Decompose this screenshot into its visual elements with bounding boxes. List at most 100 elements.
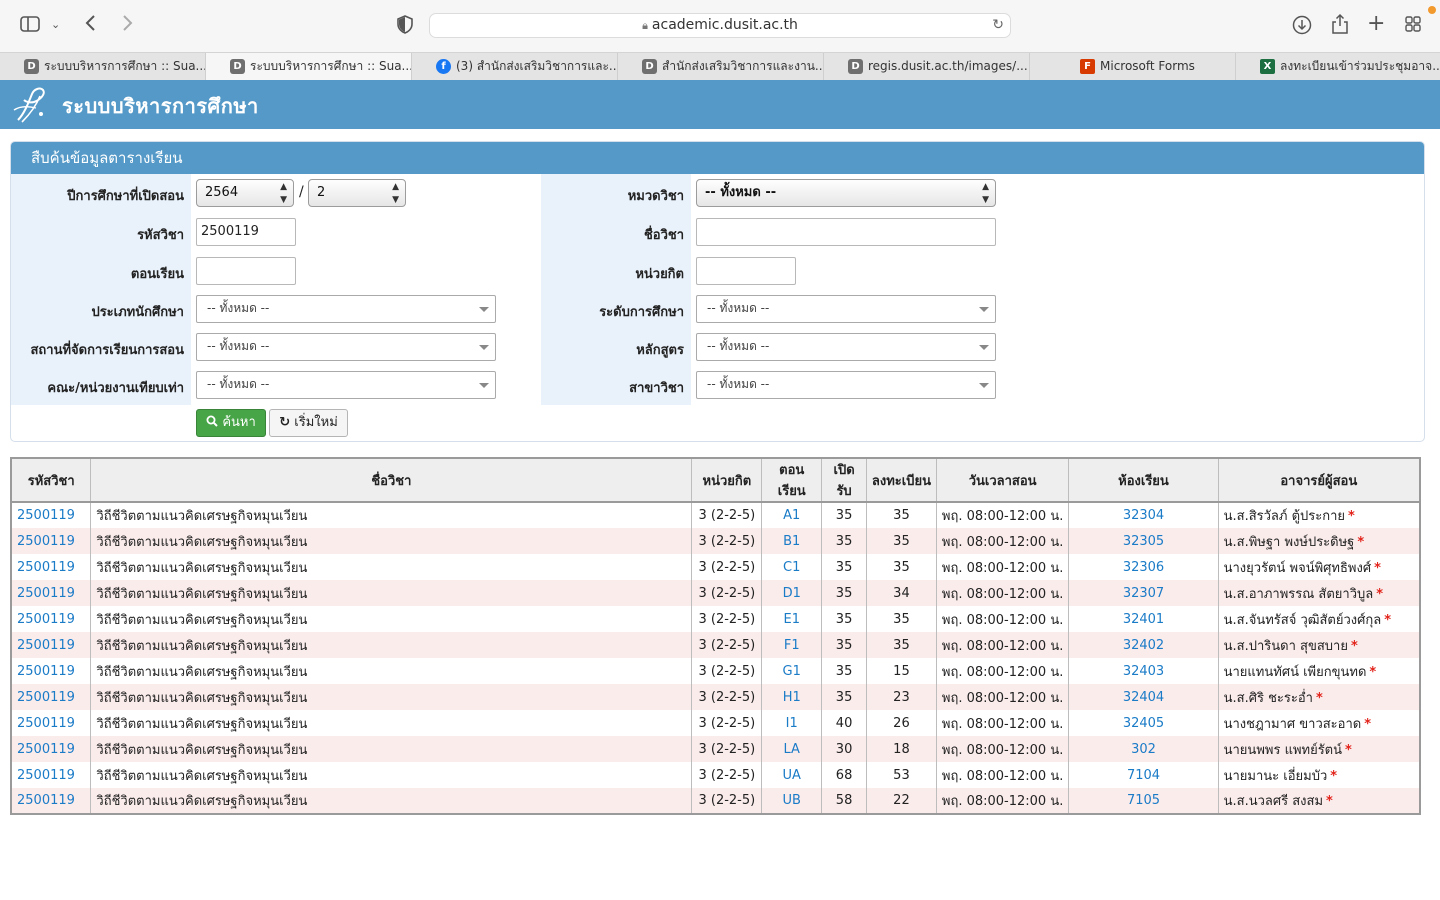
- site-title[interactable]: ระบบบริหารการศึกษา: [62, 90, 259, 122]
- tab-6[interactable]: F Microsoft Forms: [1030, 53, 1236, 81]
- enrolled-cell: 35: [866, 632, 937, 658]
- room-link[interactable]: 32405: [1123, 716, 1164, 731]
- section-link[interactable]: LA: [784, 742, 800, 757]
- category-select[interactable]: -- ทั้งหมด -- ▲ ▼: [696, 179, 996, 207]
- room-link[interactable]: 302: [1131, 742, 1156, 757]
- share-icon[interactable]: [1331, 13, 1349, 40]
- tab-1[interactable]: D ระบบบริหารการศึกษา :: Sua...: [0, 53, 206, 81]
- course-code-link[interactable]: 2500119: [17, 612, 75, 627]
- course-code-link[interactable]: 2500119: [17, 793, 75, 808]
- reload-icon[interactable]: ↻: [992, 14, 1004, 37]
- caret-down-icon: [979, 307, 989, 312]
- capacity-cell: 35: [821, 580, 868, 606]
- course-code-link[interactable]: 2500119: [17, 586, 75, 601]
- location-select[interactable]: -- ทั้งหมด --: [196, 333, 496, 361]
- section-link[interactable]: C1: [783, 560, 800, 575]
- course-code-link[interactable]: 2500119: [17, 664, 75, 679]
- course-code-link[interactable]: 2500119: [17, 690, 75, 705]
- enrolled-cell: 34: [866, 580, 937, 606]
- tab-overview-icon[interactable]: [1405, 16, 1421, 37]
- room-link[interactable]: 32402: [1123, 638, 1164, 653]
- level-select[interactable]: -- ทั้งหมด --: [696, 295, 996, 323]
- room-link[interactable]: 32305: [1123, 534, 1164, 549]
- tab-4[interactable]: D สำนักส่งเสริมวิชาการและงาน...: [618, 53, 824, 81]
- back-icon[interactable]: [84, 13, 98, 38]
- course-code-link[interactable]: 2500119: [17, 716, 75, 731]
- facebook-icon: f: [436, 59, 451, 74]
- updown-icon: ▲ ▼: [280, 182, 287, 205]
- credits-label: หน่วยกิต: [635, 267, 684, 282]
- caret-down-icon: [479, 307, 489, 312]
- tab-2[interactable]: D ระบบบริหารการศึกษา :: Sua...: [206, 53, 412, 81]
- section-link[interactable]: G1: [783, 664, 801, 679]
- enrolled-cell: 23: [866, 684, 937, 710]
- course-code-link[interactable]: 2500119: [17, 560, 75, 575]
- student-type-select[interactable]: -- ทั้งหมด --: [196, 295, 496, 323]
- room-link[interactable]: 7105: [1127, 793, 1160, 808]
- room-link[interactable]: 32304: [1123, 508, 1164, 523]
- section-link[interactable]: F1: [784, 638, 800, 653]
- download-icon[interactable]: [1292, 15, 1312, 40]
- credits-input[interactable]: [696, 257, 796, 285]
- semester-select[interactable]: 2 ▲ ▼: [308, 179, 406, 207]
- section-link[interactable]: B1: [783, 534, 800, 549]
- room-link[interactable]: 32404: [1123, 690, 1164, 705]
- university-logo-icon[interactable]: [10, 84, 52, 126]
- credits-cell: 3 (2-2-5): [691, 762, 763, 788]
- tab-3[interactable]: f (3) สำนักส่งเสริมวิชาการและ...: [412, 53, 618, 81]
- section-link[interactable]: UB: [783, 793, 801, 808]
- search-button[interactable]: ค้นหา: [196, 409, 266, 437]
- curriculum-select[interactable]: -- ทั้งหมด --: [696, 333, 996, 361]
- required-mark: *: [1315, 690, 1323, 706]
- faculty-label: คณะ/หน่วยงานเทียบเท่า: [47, 381, 184, 396]
- tab-5[interactable]: D regis.dusit.ac.th/images/...: [824, 53, 1030, 81]
- course-code-link[interactable]: 2500119: [17, 638, 75, 653]
- room-link[interactable]: 32403: [1123, 664, 1164, 679]
- course-code-link[interactable]: 2500119: [17, 534, 75, 549]
- time-cell: พฤ. 08:00-12:00 น.: [935, 788, 1070, 814]
- major-select[interactable]: -- ทั้งหมด --: [696, 371, 996, 399]
- new-tab-icon[interactable]: +: [1367, 13, 1385, 35]
- section-input[interactable]: [196, 257, 296, 285]
- course-code-link[interactable]: 2500119: [17, 508, 75, 523]
- section-link[interactable]: H1: [783, 690, 801, 705]
- room-link[interactable]: 7104: [1127, 768, 1160, 783]
- enrolled-cell: 35: [866, 502, 937, 528]
- section-link[interactable]: D1: [783, 586, 801, 601]
- reset-button[interactable]: ↻ เริ่มใหม่: [269, 409, 348, 437]
- course-code-input[interactable]: 2500119: [196, 218, 296, 246]
- browser-toolbar: ⌄ 🔒︎ academic.dusit.ac.th ↻ +: [0, 0, 1440, 52]
- section-link[interactable]: A1: [783, 508, 800, 523]
- forward-icon[interactable]: [120, 13, 134, 38]
- chevron-down-icon[interactable]: ⌄: [51, 15, 60, 35]
- section-link[interactable]: E1: [783, 612, 800, 627]
- tab-label: ระบบบริหารการศึกษา :: Sua...: [44, 59, 206, 73]
- course-name-cell: วิถีชีวิตตามแนวคิดเศรษฐกิจหมุนเวียน: [90, 710, 693, 736]
- room-link[interactable]: 32306: [1123, 560, 1164, 575]
- time-cell: พฤ. 08:00-12:00 น.: [935, 554, 1070, 580]
- section-link[interactable]: I1: [786, 716, 798, 731]
- shield-icon[interactable]: [397, 15, 413, 39]
- course-name-input[interactable]: [696, 218, 996, 246]
- sidebar-toggle-icon[interactable]: [20, 15, 40, 38]
- location-label: สถานที่จัดการเรียนการสอน: [30, 343, 185, 358]
- course-code-label: รหัสวิชา: [137, 228, 184, 243]
- room-link[interactable]: 32401: [1123, 612, 1164, 627]
- capacity-cell: 35: [821, 528, 868, 554]
- faculty-select[interactable]: -- ทั้งหมด --: [196, 371, 496, 399]
- year-select[interactable]: 2564 ▲ ▼: [196, 179, 294, 207]
- favicon-d-icon: D: [642, 59, 657, 74]
- search-icon: [206, 415, 218, 427]
- tab-label: (3) สำนักส่งเสริมวิชาการและ...: [456, 59, 618, 73]
- address-bar[interactable]: 🔒︎ academic.dusit.ac.th ↻: [429, 13, 1011, 38]
- search-panel: สืบค้นข้อมูลตารางเรียน ปีการศึกษาที่เปิด…: [10, 141, 1425, 442]
- course-name-cell: วิถีชีวิตตามแนวคิดเศรษฐกิจหมุนเวียน: [90, 580, 693, 606]
- section-link[interactable]: UA: [783, 768, 801, 783]
- room-link[interactable]: 32307: [1123, 586, 1164, 601]
- tab-7[interactable]: X ลงทะเบียนเข้าร่วมประชุมอาจ...: [1236, 53, 1440, 81]
- course-code-link[interactable]: 2500119: [17, 768, 75, 783]
- section-label: ตอนเรียน: [130, 267, 184, 282]
- course-code-link[interactable]: 2500119: [17, 742, 75, 757]
- table-row: 2500119 วิถีชีวิตตามแนวคิดเศรษฐกิจหมุนเวี…: [10, 658, 1421, 684]
- search-panel-title: สืบค้นข้อมูลตารางเรียน: [11, 142, 1424, 174]
